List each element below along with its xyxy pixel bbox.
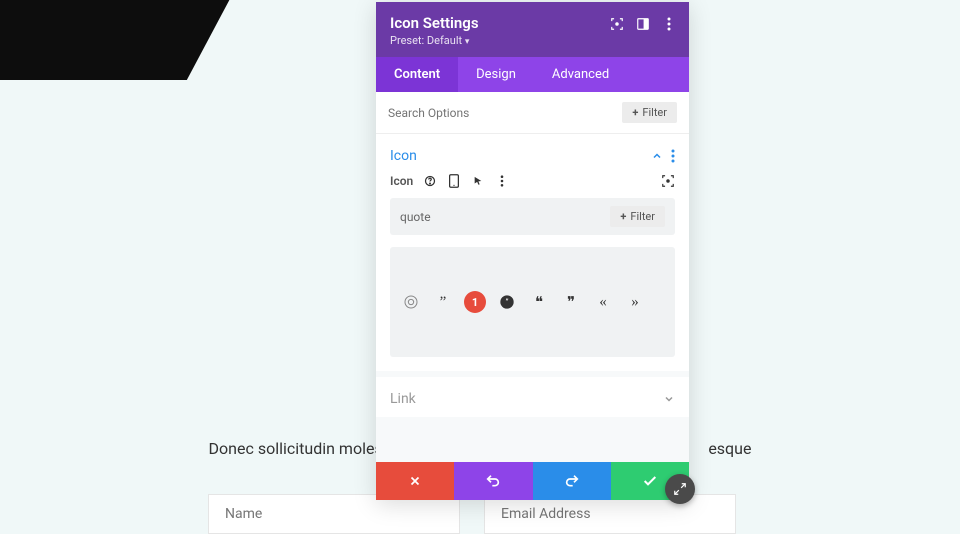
hover-pointer-icon[interactable] [471,174,485,188]
undo-button[interactable] [454,462,532,500]
icon-label-row: Icon [390,174,675,188]
panel-header: Icon Settings Preset: Default ▾ [376,2,689,57]
svg-text:”: ” [506,298,509,307]
section-icon-title: Icon [390,148,651,164]
bg-line1: Donec sollicitudin molestie [209,439,401,458]
settings-panel: Icon Settings Preset: Default ▾ Content … [376,2,689,500]
help-icon[interactable] [423,174,437,188]
icon-option-quote-circle[interactable]: ” [496,291,518,313]
chevron-down-icon [663,393,675,405]
tablet-icon[interactable] [447,174,461,188]
section-link-title: Link [390,391,663,407]
icon-option-outline[interactable] [400,291,422,313]
chevron-up-icon [651,150,663,162]
tab-content[interactable]: Content [376,57,458,92]
background-shape [0,0,240,80]
bg-line3: esque [708,439,751,458]
search-row: +Filter [376,92,689,134]
section-more-icon[interactable] [671,149,675,163]
section-icon-content: Icon +Filter ” 1 ” ❝ ❞ [376,174,689,371]
section-link: Link [376,377,689,417]
icon-search-input[interactable] [400,210,610,224]
expand-fab[interactable] [665,474,695,504]
icon-label: Icon [390,174,413,188]
icon-grid: ” 1 ” ❝ ❞ « » [390,247,675,357]
form-row [208,494,736,534]
tabs: Content Design Advanced [376,57,689,92]
footer-actions [376,462,689,500]
section-icon-header[interactable]: Icon [376,134,689,174]
name-input[interactable] [208,494,460,534]
annotation-badge: 1 [464,291,486,313]
email-input[interactable] [484,494,736,534]
preset-label[interactable]: Preset: Default ▾ [390,34,675,47]
icon-option-angle-left[interactable]: « [592,291,614,313]
tab-advanced[interactable]: Advanced [534,57,627,92]
filter-button[interactable]: +Filter [622,102,677,123]
redo-button[interactable] [533,462,611,500]
dynamic-content-icon[interactable] [661,174,675,188]
panel-body: +Filter Icon Icon +Filter [376,92,689,462]
icon-option-quote-right[interactable]: ” [432,291,454,313]
search-options-input[interactable] [388,106,622,120]
focus-icon[interactable] [609,16,625,32]
panel-layout-icon[interactable] [635,16,651,32]
icon-search-row: +Filter [390,198,675,235]
icon-more-icon[interactable] [495,174,509,188]
section-link-header[interactable]: Link [376,377,689,417]
icon-option-heavy-right[interactable]: ❞ [560,291,582,313]
section-icon: Icon Icon +Filter [376,134,689,371]
icon-option-heavy-left[interactable]: ❝ [528,291,550,313]
icon-filter-button[interactable]: +Filter [610,206,665,227]
icon-option-angle-right[interactable]: » [624,291,646,313]
more-icon[interactable] [661,16,677,32]
cancel-button[interactable] [376,462,454,500]
tab-design[interactable]: Design [458,57,534,92]
